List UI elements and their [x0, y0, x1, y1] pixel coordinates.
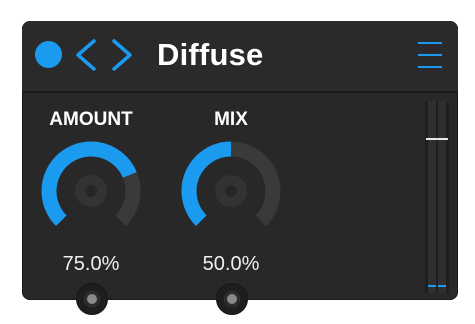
mix-cv-port-icon[interactable] [216, 283, 248, 315]
amount-label: AMOUNT [49, 109, 133, 130]
hamburger-menu-icon[interactable] [417, 39, 443, 71]
chevron-left-icon[interactable] [72, 37, 100, 73]
mix-knob[interactable] [179, 139, 283, 243]
mix-label: MIX [214, 109, 248, 130]
amount-value: 75.0% [62, 253, 120, 275]
amount-cv-port-icon[interactable] [76, 283, 108, 315]
menu-line [418, 42, 442, 44]
amount-knob-graphic [41, 141, 141, 226]
menu-line [418, 54, 442, 56]
plugin-header: Diffuse [22, 21, 458, 93]
meter-threshold-handle[interactable] [426, 138, 448, 141]
plugin-device: Diffuse AMOUNT 75.0% MIX 50.0% [22, 21, 458, 315]
meter-level-right [438, 285, 446, 287]
plugin-title: Diffuse [157, 37, 264, 72]
meter-channel-right [438, 101, 446, 293]
output-meter[interactable] [425, 101, 449, 293]
meter-level-left [428, 285, 436, 287]
menu-line [418, 66, 442, 68]
amount-knob[interactable] [39, 139, 143, 243]
power-dot-icon[interactable] [35, 41, 62, 68]
meter-channel-left [428, 101, 436, 293]
chevron-right-icon[interactable] [108, 37, 136, 73]
mix-value: 50.0% [202, 253, 260, 275]
mix-knob-graphic [181, 141, 281, 226]
